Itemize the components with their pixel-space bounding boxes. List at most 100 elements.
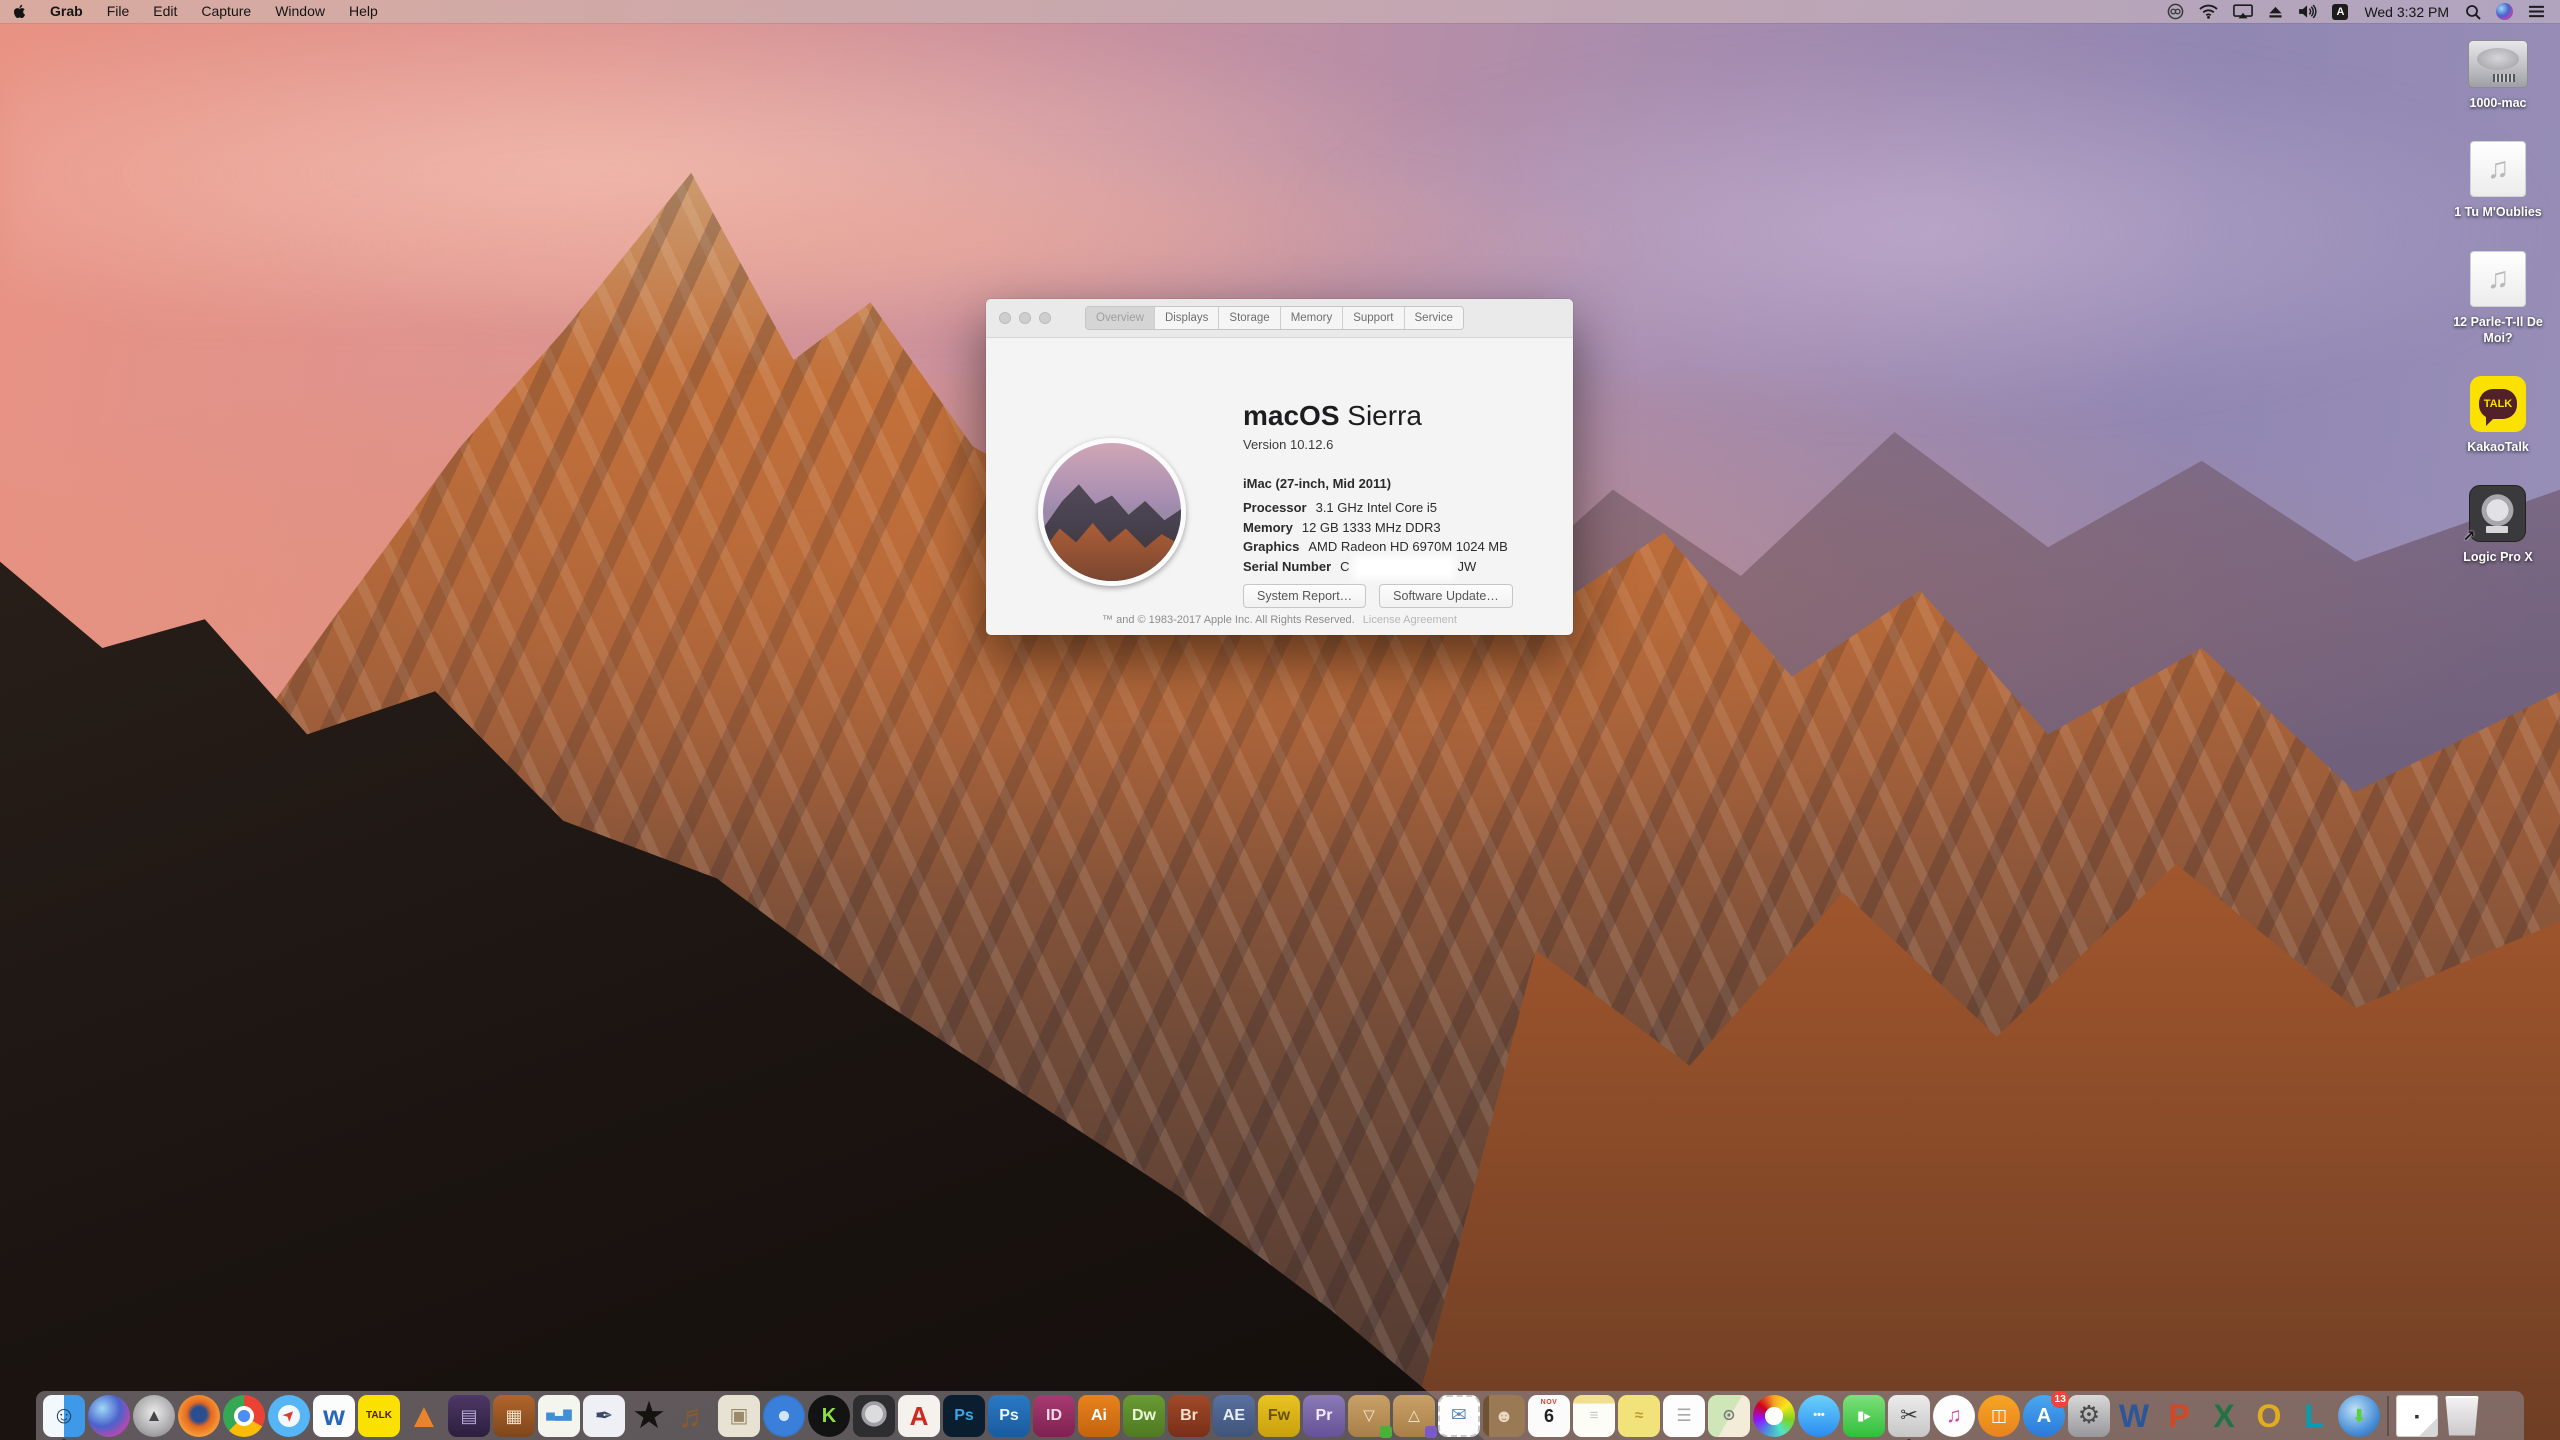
dock-vlc-icon[interactable]: ▲ <box>403 1395 445 1437</box>
dock-notes-icon[interactable]: ≡ <box>1573 1395 1615 1437</box>
dock-word-icon[interactable]: W <box>2113 1395 2155 1437</box>
mail-shape: ✉ <box>1438 1395 1480 1437</box>
dock-photoshop-cc-icon[interactable]: Ps <box>943 1395 985 1437</box>
menu-window[interactable]: Window <box>263 0 337 23</box>
dock-wattpad-w-icon[interactable]: w <box>313 1395 355 1437</box>
dock-chrome-icon[interactable] <box>223 1395 265 1437</box>
airplay-display-icon[interactable] <box>2230 0 2256 23</box>
menu-edit[interactable]: Edit <box>141 0 189 23</box>
dock-numbers-icon[interactable]: ▅▃▇ <box>538 1395 580 1437</box>
dock-trash-icon[interactable] <box>2441 1395 2483 1437</box>
dock-mail-icon[interactable]: ✉ <box>1438 1395 1480 1437</box>
dock-garageband-icon[interactable]: ♬ <box>673 1395 715 1437</box>
window-body: macOS Sierra Version 10.12.6 iMac (27-in… <box>986 338 1573 635</box>
system-report-button[interactable]: System Report… <box>1243 584 1366 608</box>
license-agreement-link[interactable]: License Agreement <box>1363 614 1457 626</box>
dock-lync-icon[interactable]: L <box>2293 1395 2335 1437</box>
photoshop-cc-shape: Ps <box>943 1395 985 1437</box>
serial-redacted <box>1358 561 1450 574</box>
tab-overview[interactable]: Overview <box>1086 307 1154 329</box>
dock-messages-icon[interactable]: ••• <box>1798 1395 1840 1437</box>
dock-document-icon[interactable]: ▪ <box>2396 1395 2438 1437</box>
dock-illustrator-icon[interactable]: Ai <box>1078 1395 1120 1437</box>
menu-bar-clock[interactable]: Wed 3:32 PM <box>2360 4 2453 20</box>
dock-dreamweaver-icon[interactable]: Dw <box>1123 1395 1165 1437</box>
dock-premiere-icon[interactable]: Pr <box>1303 1395 1345 1437</box>
dock-launchpad-icon[interactable]: ▲ <box>133 1395 175 1437</box>
dock-powerpoint-icon[interactable]: P <box>2158 1395 2200 1437</box>
dock-acrobat-icon[interactable]: A <box>898 1395 940 1437</box>
dock-indesign-icon[interactable]: ID <box>1033 1395 1075 1437</box>
tab-storage[interactable]: Storage <box>1218 307 1279 329</box>
dock-reminders-icon[interactable]: ☰ <box>1663 1395 1705 1437</box>
dock-calendar-icon[interactable]: NOV6 <box>1528 1395 1570 1437</box>
zoom-button[interactable] <box>1039 312 1051 324</box>
wifi-icon[interactable] <box>2196 0 2221 23</box>
messages-shape: ••• <box>1798 1395 1840 1437</box>
messages-glyph: ••• <box>1813 1410 1825 1421</box>
desktop-icon-logic-pro-x[interactable]: ↗Logic Pro X <box>2463 485 2532 565</box>
dock-ibooks-icon[interactable]: ◫ <box>1978 1395 2020 1437</box>
dock-excel-icon[interactable]: X <box>2203 1395 2245 1437</box>
tab-support[interactable]: Support <box>1342 307 1403 329</box>
dock-firefox-icon[interactable] <box>178 1395 220 1437</box>
dock-bridge-icon[interactable]: Br <box>1168 1395 1210 1437</box>
dock-download-manager-icon[interactable]: ⬇ <box>2338 1395 2380 1437</box>
dock-photoshop-cs-icon[interactable]: Ps <box>988 1395 1030 1437</box>
eject-icon[interactable] <box>2265 0 2286 23</box>
menu-grab[interactable]: Grab <box>38 0 95 23</box>
notification-center-icon[interactable] <box>2525 0 2548 23</box>
dock-k-media-app-icon[interactable]: K <box>808 1395 850 1437</box>
spotlight-icon[interactable] <box>2462 0 2484 23</box>
dock-maps-icon[interactable]: ⊙ <box>1708 1395 1750 1437</box>
dock-after-effects-icon[interactable]: AE <box>1213 1395 1255 1437</box>
dock-imovie-icon[interactable]: ★ <box>628 1395 670 1437</box>
window-titlebar[interactable]: OverviewDisplaysStorageMemorySupportServ… <box>986 299 1573 338</box>
menu-help[interactable]: Help <box>337 0 390 23</box>
kakaotalk-icon: TALK <box>2470 376 2526 432</box>
dock-outlook-icon[interactable]: O <box>2248 1395 2290 1437</box>
dock-toast-icon[interactable]: ▤ <box>448 1395 490 1437</box>
dock-kakaotalk-icon[interactable]: TALK <box>358 1395 400 1437</box>
desktop-icon-1-tu-m-oublies[interactable]: ♫1 Tu M'Oublies <box>2454 141 2541 220</box>
minimize-button[interactable] <box>1019 312 1031 324</box>
tab-memory[interactable]: Memory <box>1280 307 1343 329</box>
dock-app-store-icon[interactable]: A13 <box>2023 1395 2065 1437</box>
close-button[interactable] <box>999 312 1011 324</box>
dock-pages-icon[interactable]: ✒ <box>583 1395 625 1437</box>
menu-file[interactable]: File <box>95 0 142 23</box>
adobe-creative-cloud-icon[interactable] <box>2164 0 2187 23</box>
tab-displays[interactable]: Displays <box>1154 307 1218 329</box>
tab-service[interactable]: Service <box>1404 307 1463 329</box>
dock-photos-icon[interactable] <box>1753 1395 1795 1437</box>
dock-safari-icon[interactable]: ➤ <box>268 1395 310 1437</box>
grab-shape: ✂ <box>1888 1395 1930 1437</box>
siri-icon[interactable] <box>2493 0 2516 23</box>
dock-stuffit-dropstuff-icon[interactable]: △ <box>1393 1395 1435 1437</box>
dock-finder-icon[interactable]: ☺ <box>43 1395 85 1437</box>
menu-capture[interactable]: Capture <box>189 0 263 23</box>
software-update-button[interactable]: Software Update… <box>1379 584 1513 608</box>
dock-logic-pro-icon[interactable] <box>853 1395 895 1437</box>
dock-siri-icon[interactable] <box>88 1395 130 1437</box>
dock-stuffit-expander-icon[interactable]: ▽ <box>1348 1395 1390 1437</box>
volume-icon[interactable] <box>2295 0 2320 23</box>
spec-value: 3.1 GHz Intel Core i5 <box>1316 500 1437 515</box>
dock-system-preferences-icon[interactable]: ⚙ <box>2068 1395 2110 1437</box>
dock-itunes-icon[interactable]: ♫ <box>1933 1395 1975 1437</box>
dock-facetime-icon[interactable]: ▮▸ <box>1843 1395 1885 1437</box>
desktop-icon-12-parle-t-il-de-moi[interactable]: ♫12 Parle-T-Il De Moi? <box>2442 251 2554 347</box>
dock-idvd-icon[interactable] <box>763 1395 805 1437</box>
spec-value: CJW <box>1340 559 1476 574</box>
apple-menu[interactable] <box>0 4 38 19</box>
desktop-icon-kakaotalk[interactable]: TALKKakaoTalk <box>2467 376 2529 455</box>
dock-iweb-icon[interactable]: ▣ <box>718 1395 760 1437</box>
dock-stickies-icon[interactable]: ≈ <box>1618 1395 1660 1437</box>
dock-keynote-icon[interactable]: ▦ <box>493 1395 535 1437</box>
dock-fireworks-icon[interactable]: Fw <box>1258 1395 1300 1437</box>
dock-contacts-icon[interactable]: ☻ <box>1483 1395 1525 1437</box>
dock-grab-icon[interactable]: ✂ <box>1888 1395 1930 1437</box>
ibooks-glyph: ◫ <box>1991 1407 2007 1424</box>
input-source-icon[interactable]: A <box>2329 0 2351 23</box>
desktop-icon-1000-mac[interactable]: 1000-mac <box>2468 40 2528 111</box>
